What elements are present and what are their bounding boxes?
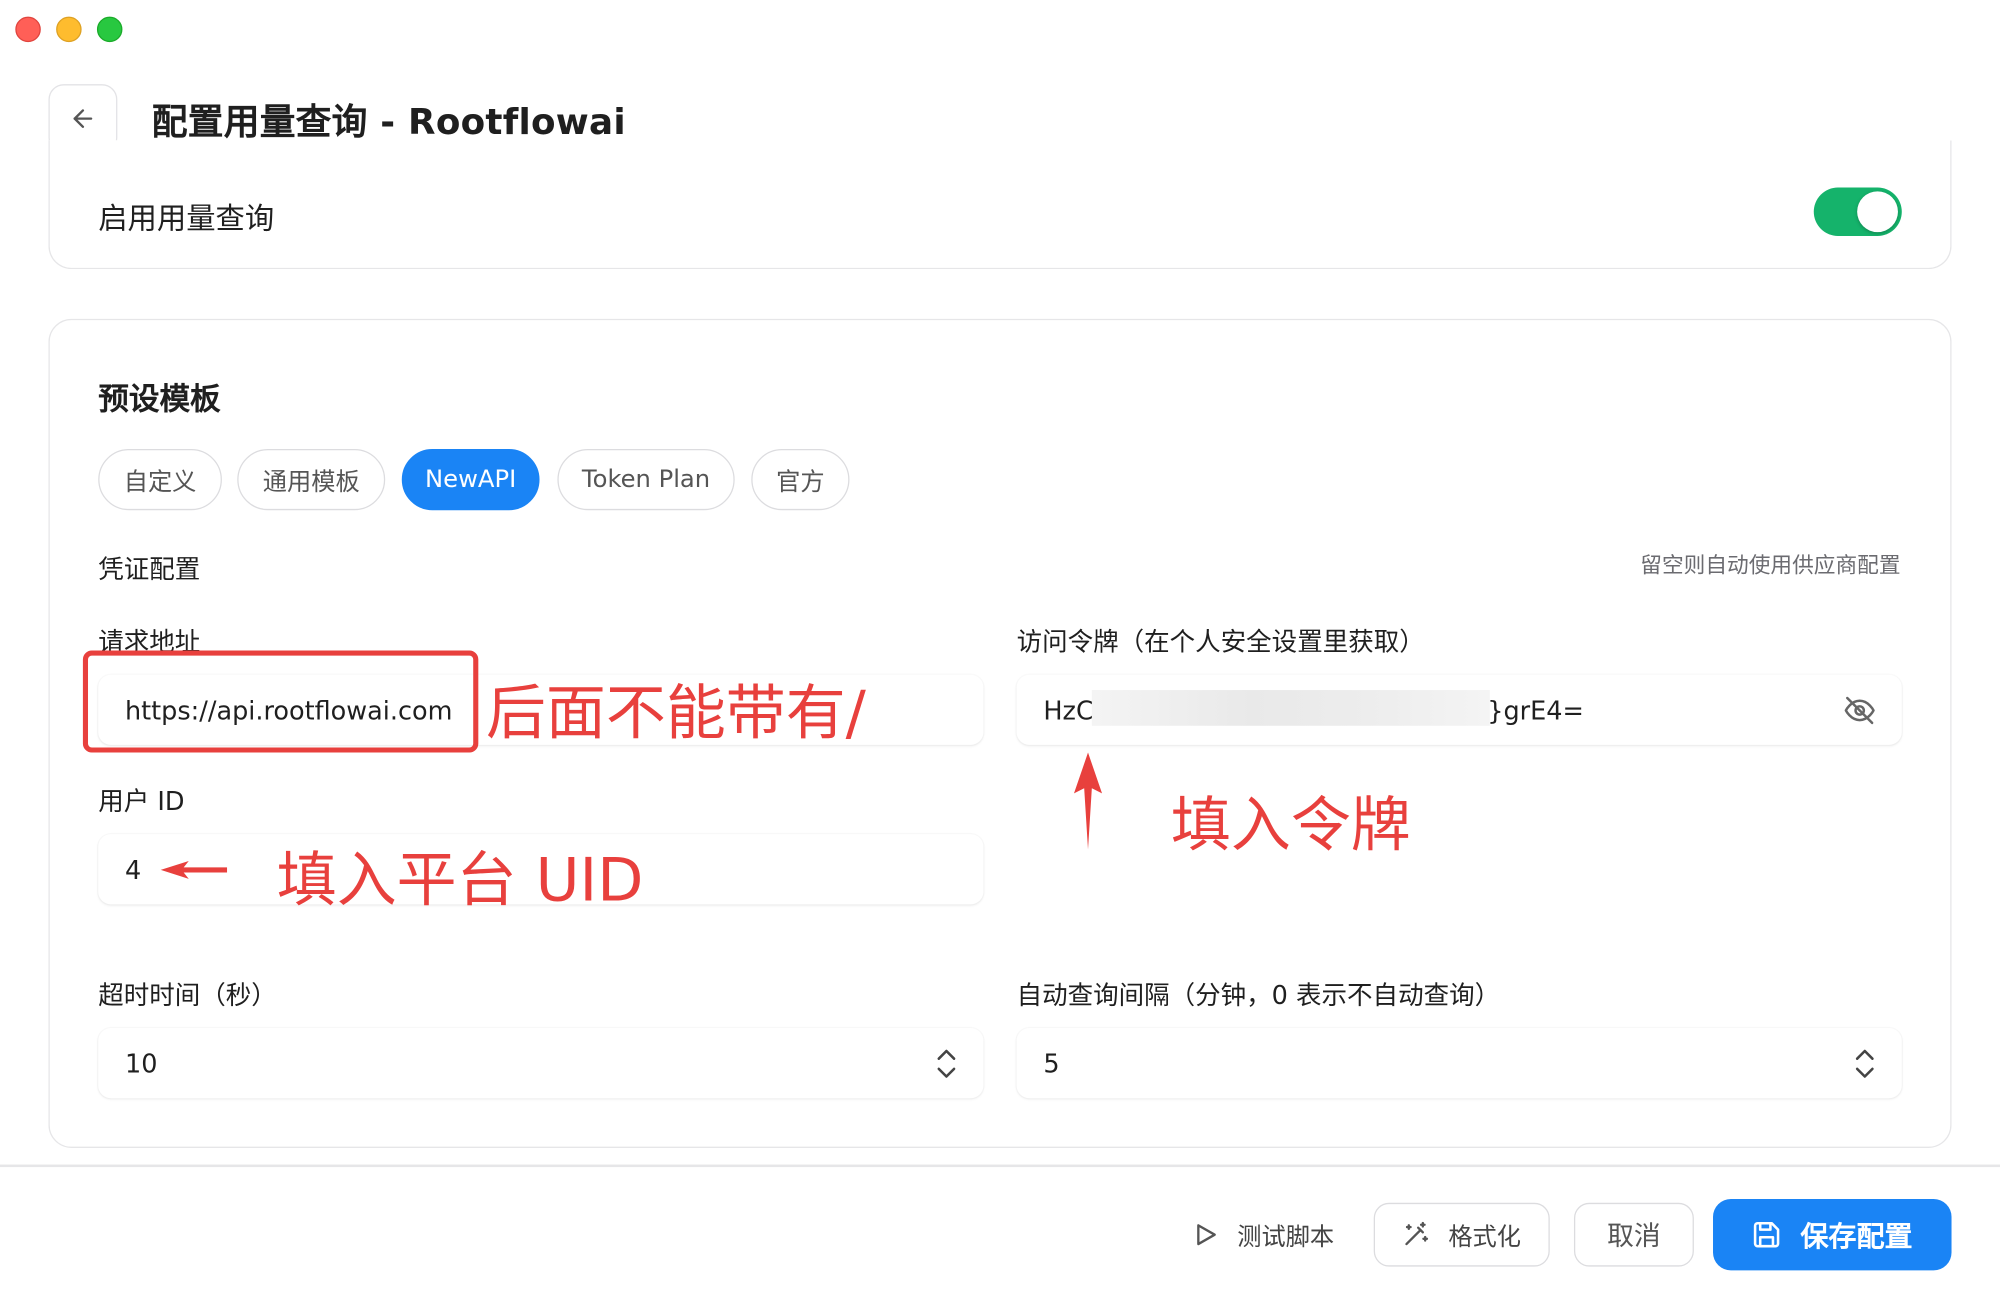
test-script-label: 测试脚本 [1237,1222,1335,1251]
toggle-knob [1857,191,1898,233]
token-annotation: 填入令牌 [1170,790,1411,861]
timeout-value: 10 [124,1047,158,1079]
auto-interval-label: 自动查询间隔（分钟，0 表示不自动查询） [1016,979,1501,1011]
page-title: 配置用量查询 - Rootflowai [151,100,626,143]
footer-divider [0,1164,2000,1167]
credentials-hint: 留空则自动使用供应商配置 [1640,553,1901,580]
config-window: 配置用量查询 - Rootflowai 启用用量查询 预设模板 自定义 通用模板… [0,0,2000,1302]
url-highlight-box [82,650,479,753]
cancel-label: 取消 [1607,1220,1661,1252]
magic-wand-icon [1405,1221,1429,1246]
auto-interval-input[interactable]: 5 [1016,1028,1902,1099]
save-config-button[interactable]: 保存配置 [1713,1198,1952,1271]
preset-chip-newapi[interactable]: NewAPI [401,448,540,511]
access-token-label: 访问令牌（在个人安全设置里获取） [1016,626,1425,657]
arrow-left-icon [73,109,93,128]
save-icon [1754,1221,1780,1248]
window-minimize-button[interactable] [56,16,82,43]
preset-chip-official[interactable]: 官方 [751,448,850,511]
enable-usage-card [48,140,1952,270]
auto-interval-value: 5 [1043,1047,1060,1079]
token-annotation-arrow [1073,752,1103,850]
cancel-button[interactable]: 取消 [1573,1202,1694,1267]
timeout-input[interactable]: 10 [98,1028,984,1099]
user-id-label: 用户 ID [98,785,185,817]
user-id-value: 4 [124,853,142,885]
test-script-button[interactable]: 测试脚本 [1173,1203,1352,1267]
token-redaction-blur [1091,690,1490,726]
preset-section-title: 预设模板 [98,381,221,418]
uid-annotation-arrow [160,860,228,879]
credentials-title: 凭证配置 [98,553,201,585]
window-zoom-button[interactable] [96,16,123,43]
preset-chip-token-plan[interactable]: Token Plan [557,448,735,511]
enable-usage-label: 启用用量查询 [98,202,275,236]
access-token-prefix: HzC [1043,694,1094,726]
play-icon [1197,1224,1216,1246]
window-close-button[interactable] [15,16,41,43]
save-config-label: 保存配置 [1800,1221,1913,1254]
enable-usage-toggle[interactable] [1813,187,1902,236]
format-button[interactable]: 格式化 [1373,1202,1550,1267]
uid-annotation: 填入平台 UID [276,845,644,916]
eye-off-icon[interactable] [1843,694,1876,727]
timeout-label: 超时时间（秒） [98,979,277,1011]
url-annotation: 后面不能带有/ [485,678,866,749]
format-label: 格式化 [1448,1222,1522,1251]
stepper-icon[interactable] [935,1046,958,1082]
access-token-suffix: }grE4= [1487,694,1584,726]
stepper-icon[interactable] [1853,1046,1876,1082]
preset-chip-general[interactable]: 通用模板 [237,448,386,511]
preset-chip-custom[interactable]: 自定义 [98,448,222,511]
